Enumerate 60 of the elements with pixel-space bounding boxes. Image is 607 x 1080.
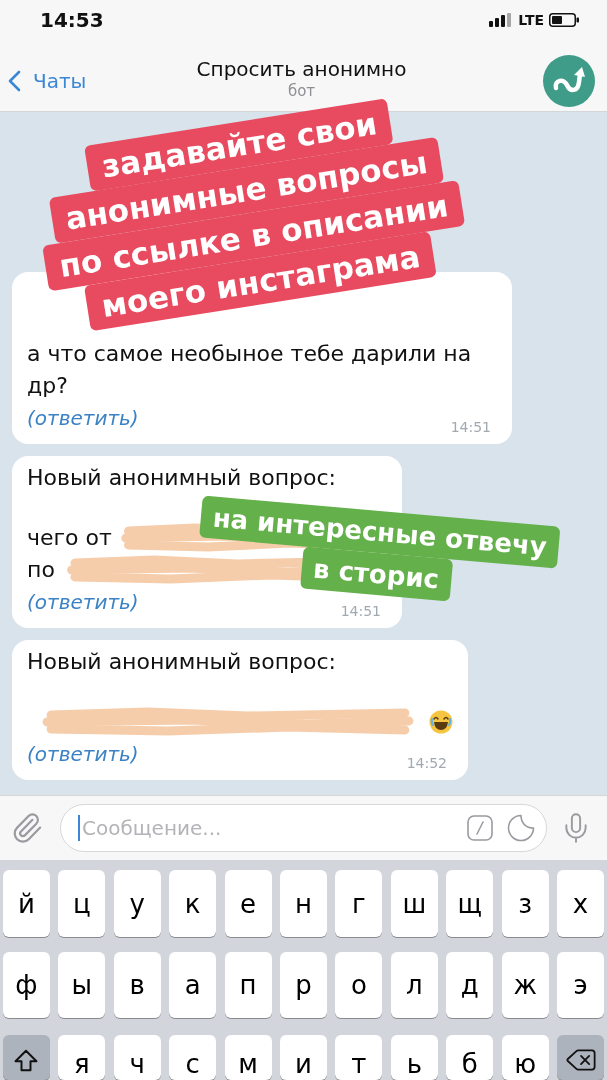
key[interactable]: ж [501,952,549,1018]
key[interactable]: л [390,952,438,1018]
message-time: 14:52 [406,756,447,770]
key[interactable]: ш [390,870,438,937]
shift-key[interactable] [3,1035,50,1080]
signal-icon [489,13,514,27]
message-header: Новый анонимный вопрос: [27,464,338,492]
shift-icon [14,1049,39,1072]
avatar-icon[interactable] [543,54,595,107]
key[interactable]: н [280,870,327,937]
paperclip-icon[interactable] [12,813,42,843]
key[interactable]: к [169,870,217,937]
microphone-icon[interactable] [565,812,587,844]
key[interactable]: ф [3,952,50,1018]
message-text: а что самое необыное тебе дарили на др? [27,340,473,400]
reply-link[interactable]: (ответить) [27,738,139,770]
chevron-left-icon [8,69,21,92]
message-time: 14:51 [340,604,381,618]
key[interactable]: е [224,870,272,937]
key[interactable]: с [169,1035,217,1080]
key[interactable]: ч [113,1035,161,1080]
battery-icon [549,13,579,27]
key[interactable]: г [335,870,383,937]
key[interactable]: ю [501,1035,549,1080]
chat-title: Спросить анонимно [196,55,407,82]
status-time: 14:53 [40,8,104,32]
key[interactable]: з [501,870,549,937]
key[interactable]: в [113,952,161,1018]
backspace-icon [565,1049,596,1071]
key[interactable]: б [446,1035,494,1080]
key[interactable]: т [335,1035,383,1080]
backspace-key[interactable] [557,1035,604,1080]
network-label: LTE [518,12,544,28]
key[interactable]: ы [58,952,106,1018]
key[interactable]: у [113,870,161,937]
message-time: 14:51 [450,420,491,434]
key[interactable]: э [557,952,604,1018]
key[interactable]: о [335,952,383,1018]
key[interactable]: ь [390,1035,438,1080]
key[interactable]: щ [446,870,494,937]
message-text: по [27,556,55,584]
message-field[interactable]: Сообщение... [60,804,547,852]
reply-link[interactable]: (ответить) [27,402,139,434]
key[interactable]: а [169,952,217,1018]
command-icon[interactable] [467,815,493,841]
key[interactable]: д [446,952,494,1018]
chat-subtitle: бот [287,81,316,100]
message-text: чего от [27,524,112,552]
sticker-icon[interactable] [507,814,535,842]
key[interactable]: й [3,870,50,937]
key[interactable]: ц [58,870,106,937]
key[interactable]: х [557,870,604,937]
message-header: Новый анонимный вопрос: [27,648,338,676]
key[interactable]: и [280,1035,327,1080]
text-cursor-icon [78,815,80,841]
reply-link[interactable]: (ответить) [27,586,139,618]
key[interactable]: р [280,952,327,1018]
key[interactable]: м [224,1035,272,1080]
key[interactable]: п [224,952,272,1018]
key[interactable]: я [58,1035,106,1080]
